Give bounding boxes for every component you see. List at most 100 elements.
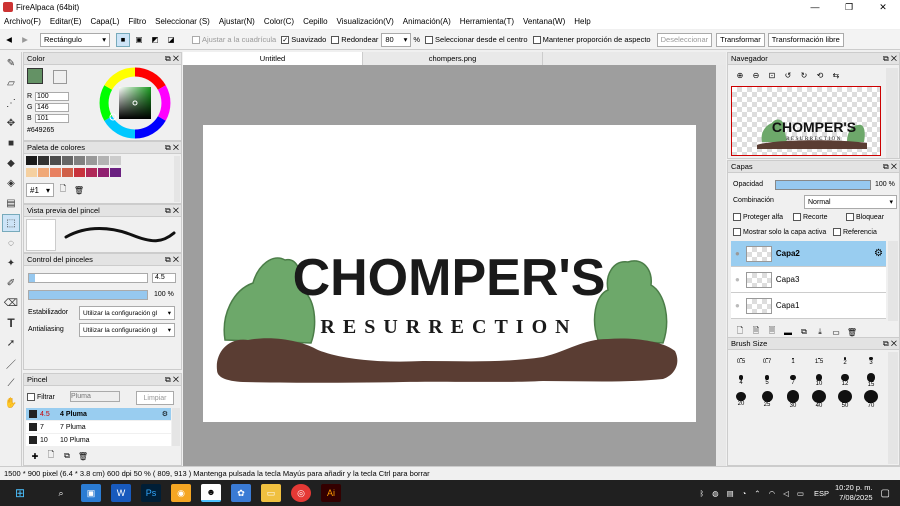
menu-adjust[interactable]: Ajustar(N) xyxy=(219,17,255,26)
tab-untitled[interactable]: Untitled xyxy=(183,52,363,65)
rotate-right-icon[interactable]: ↻ xyxy=(797,68,811,82)
select-center-checkbox[interactable] xyxy=(425,36,434,44)
rounded-checkbox[interactable] xyxy=(331,36,340,44)
document-canvas[interactable]: CHOMPER'S RESURRECTION xyxy=(203,125,696,422)
navigator-thumbnail[interactable]: CHOMPER'S RESURRECTION xyxy=(731,86,881,156)
panel-controls-icon[interactable]: ⧉ ✕ xyxy=(165,254,179,266)
tray-app-icon[interactable]: ◍ xyxy=(712,489,719,498)
illustrator-icon[interactable]: Ai xyxy=(321,484,341,502)
palette-swatch[interactable] xyxy=(98,156,109,165)
antialias-checkbox[interactable] xyxy=(281,36,290,44)
word-icon[interactable]: W xyxy=(111,484,131,502)
visibility-icon[interactable]: ● xyxy=(735,249,740,258)
snap-grid-toggle[interactable]: Ajustar a la cuadrícula xyxy=(192,35,276,44)
canvas-vertical-scrollbar[interactable] xyxy=(716,65,726,466)
tray-app-icon[interactable]: ▤ xyxy=(727,489,734,498)
brush-size-slider[interactable] xyxy=(28,273,148,283)
notification-icon[interactable]: ▢ xyxy=(881,488,890,499)
palette-swatch[interactable] xyxy=(38,168,49,177)
brush-new-icon[interactable]: 🗋 xyxy=(44,449,58,463)
filter-toggle[interactable]: Filtrar xyxy=(27,393,55,401)
brush-size-scrollbar[interactable] xyxy=(888,352,898,464)
brush-size-cell[interactable]: 2 xyxy=(832,352,858,371)
transform-button[interactable]: Transformar xyxy=(716,32,765,47)
deselect-button[interactable]: Deseleccionar xyxy=(656,32,713,47)
text-tool-icon[interactable]: T xyxy=(2,314,20,332)
move-tool-icon[interactable]: ✥ xyxy=(2,114,20,132)
lasso-tool-icon[interactable]: ◌ xyxy=(2,234,20,252)
clock[interactable]: 10:20 p. m. 7/08/2025 xyxy=(835,483,873,503)
layer-row[interactable]: ● Capa3 xyxy=(731,267,886,293)
bucket-tool-icon[interactable]: ◈ xyxy=(2,174,20,192)
brush-size-cell[interactable]: 15 xyxy=(858,371,884,390)
magic-wand-tool-icon[interactable]: ✦ xyxy=(2,254,20,272)
back-arrow-icon[interactable]: ◀ xyxy=(2,33,16,47)
chrome-icon[interactable]: ◎ xyxy=(291,484,311,502)
show-active-checkbox[interactable] xyxy=(733,228,741,236)
file-explorer-icon[interactable]: ▭ xyxy=(261,484,281,502)
palette-scrollbar[interactable] xyxy=(174,156,180,202)
search-icon[interactable]: ⌕ xyxy=(51,484,71,502)
shape-select[interactable]: Rectángulo ▾ xyxy=(40,32,110,47)
palette-swatch[interactable] xyxy=(62,168,73,177)
select-new-icon[interactable]: ■ xyxy=(116,32,130,47)
show-active-toggle[interactable]: Mostrar solo la capa activa xyxy=(733,228,826,236)
layer-opacity-slider[interactable] xyxy=(775,180,871,190)
antialiasing-select[interactable]: Utilizar la configuración gl ▾ xyxy=(79,323,175,337)
palette-swatch[interactable] xyxy=(74,156,85,165)
brush-size-cell[interactable]: 40 xyxy=(806,390,832,409)
color-wheel[interactable] xyxy=(99,67,171,139)
layer-row[interactable]: ● Capa2 ⚙ xyxy=(731,241,886,267)
brush-item[interactable]: 10 10 Pluma xyxy=(26,434,171,446)
panel-controls-icon[interactable]: ⧉ ✕ xyxy=(165,374,179,386)
panel-controls-icon[interactable]: ⧉ ✕ xyxy=(165,53,179,65)
clear-filter-button[interactable]: Limpiar xyxy=(136,391,174,405)
keep-aspect-toggle[interactable]: Mantener proporción de aspecto xyxy=(532,35,651,44)
volume-icon[interactable]: ◁ xyxy=(783,489,789,498)
visibility-icon[interactable]: ● xyxy=(735,301,740,310)
hex-value[interactable]: #649265 xyxy=(27,127,54,134)
antialias-toggle[interactable]: Suavizado xyxy=(281,35,326,44)
palette-swatch[interactable] xyxy=(110,168,121,177)
navigator-scrollbar[interactable] xyxy=(886,68,898,158)
menu-window[interactable]: Ventana(W) xyxy=(523,17,565,26)
brush-size-cell[interactable]: 12 xyxy=(832,371,858,390)
firealpaca-icon[interactable]: ☻ xyxy=(201,484,221,502)
clip-checkbox[interactable] xyxy=(793,213,801,221)
palette-swatch[interactable] xyxy=(86,168,97,177)
palette-swatch[interactable] xyxy=(50,156,61,165)
delete-palette-icon[interactable]: 🗑 xyxy=(72,183,86,197)
filter-checkbox[interactable] xyxy=(27,393,35,401)
stabilizer-select[interactable]: Utilizar la configuración gl ▾ xyxy=(79,306,175,320)
gear-icon[interactable]: ⚙ xyxy=(874,248,883,259)
select-add-icon[interactable]: ▣ xyxy=(132,33,146,47)
reset-rotation-icon[interactable]: ⟲ xyxy=(813,68,827,82)
app-teams-icon[interactable]: ▣ xyxy=(81,484,101,502)
tray-app-icon[interactable]: ◔ xyxy=(742,489,747,498)
brush-delete-icon[interactable]: 🗑 xyxy=(76,449,90,463)
battery-icon[interactable]: ▭ xyxy=(797,489,804,498)
palette-swatch[interactable] xyxy=(110,156,121,165)
keep-aspect-checkbox[interactable] xyxy=(532,36,541,44)
brush-size-cell[interactable]: 25 xyxy=(754,390,780,409)
select-eraser-tool-icon[interactable]: ⌫ xyxy=(2,294,20,312)
rounded-value-select[interactable]: 80 ▾ xyxy=(381,32,412,47)
select-pen-tool-icon[interactable]: ✐ xyxy=(2,274,20,292)
fit-icon[interactable]: ⊡ xyxy=(765,68,779,82)
brush-duplicate-icon[interactable]: ⧉ xyxy=(60,449,74,463)
brush-add-icon[interactable]: ✚ xyxy=(28,449,42,463)
zoom-in-icon[interactable]: ⊕ xyxy=(733,68,747,82)
app-icon[interactable]: ◉ xyxy=(171,484,191,502)
select-intersect-icon[interactable]: ◪ xyxy=(164,33,178,47)
reference-checkbox[interactable] xyxy=(833,228,841,236)
palette-swatch[interactable] xyxy=(26,156,37,165)
menu-edit[interactable]: Editar(E) xyxy=(50,17,82,26)
fill-rect-tool-icon[interactable]: ■ xyxy=(2,134,20,152)
panel-controls-icon[interactable]: ⧉ ✕ xyxy=(165,205,179,217)
minimize-button[interactable]: — xyxy=(798,0,832,14)
palette-swatch[interactable] xyxy=(74,168,85,177)
zoom-out-icon[interactable]: ⊖ xyxy=(749,68,763,82)
divide-tool-icon[interactable]: ／ xyxy=(2,354,20,372)
lock-toggle[interactable]: Bloquear xyxy=(846,213,884,221)
brush-item[interactable]: 7 7 Pluma xyxy=(26,421,171,433)
